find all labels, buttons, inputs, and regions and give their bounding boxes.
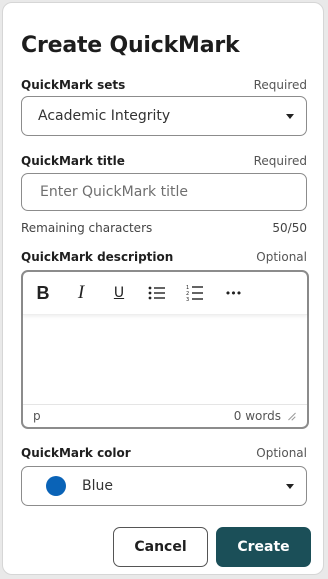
dialog-title: Create QuickMark <box>21 33 240 58</box>
numbered-list-button[interactable]: 1 2 3 <box>177 278 213 308</box>
description-optional: Optional <box>256 250 307 264</box>
title-required: Required <box>253 154 307 168</box>
description-label: QuickMark description <box>21 250 174 264</box>
sets-select-value: Academic Integrity <box>38 108 171 124</box>
color-select[interactable]: Blue <box>21 466 307 506</box>
remaining-characters-count: 50/50 <box>272 221 307 235</box>
bullet-list-icon <box>148 286 165 300</box>
color-label-row: QuickMark color Optional <box>21 446 307 460</box>
color-label: QuickMark color <box>21 446 131 460</box>
resize-handle-icon[interactable] <box>287 412 295 420</box>
sets-label: QuickMark sets <box>21 78 126 92</box>
remaining-characters-row: Remaining characters 50/50 <box>21 221 307 235</box>
more-icon: ••• <box>224 286 242 300</box>
sets-required: Required <box>253 78 307 92</box>
underline-button[interactable]: U <box>101 278 137 308</box>
remaining-characters-label: Remaining characters <box>21 221 153 235</box>
element-path[interactable]: p <box>33 409 41 423</box>
title-input-wrapper <box>21 173 307 211</box>
create-button[interactable]: Create <box>216 527 311 567</box>
sets-select[interactable]: Academic Integrity <box>21 96 307 136</box>
color-optional: Optional <box>256 446 307 460</box>
editor-toolbar: B I U 1 2 3 ••• <box>23 272 307 315</box>
cancel-button[interactable]: Cancel <box>113 527 208 567</box>
title-label-row: QuickMark title Required <box>21 154 307 168</box>
more-options-button[interactable]: ••• <box>215 278 251 308</box>
numbered-list-icon: 1 2 3 <box>186 285 203 302</box>
description-editor: B I U 1 2 3 ••• p 0 words <box>21 270 309 429</box>
color-select-value: Blue <box>82 478 113 494</box>
chevron-down-icon <box>286 483 294 489</box>
title-input[interactable] <box>38 183 290 201</box>
title-label: QuickMark title <box>21 154 125 168</box>
italic-button[interactable]: I <box>63 278 99 308</box>
bold-button[interactable]: B <box>25 278 61 308</box>
description-label-row: QuickMark description Optional <box>21 250 307 264</box>
chevron-down-icon <box>286 113 294 119</box>
color-swatch <box>46 476 66 496</box>
bullet-list-button[interactable] <box>139 278 175 308</box>
create-quickmark-dialog: Create QuickMark QuickMark sets Required… <box>2 2 324 575</box>
editor-status-bar: p 0 words <box>23 404 307 427</box>
svg-text:3: 3 <box>186 297 189 302</box>
word-count[interactable]: 0 words <box>234 409 281 423</box>
description-text-area[interactable] <box>23 315 307 405</box>
sets-label-row: QuickMark sets Required <box>21 78 307 92</box>
